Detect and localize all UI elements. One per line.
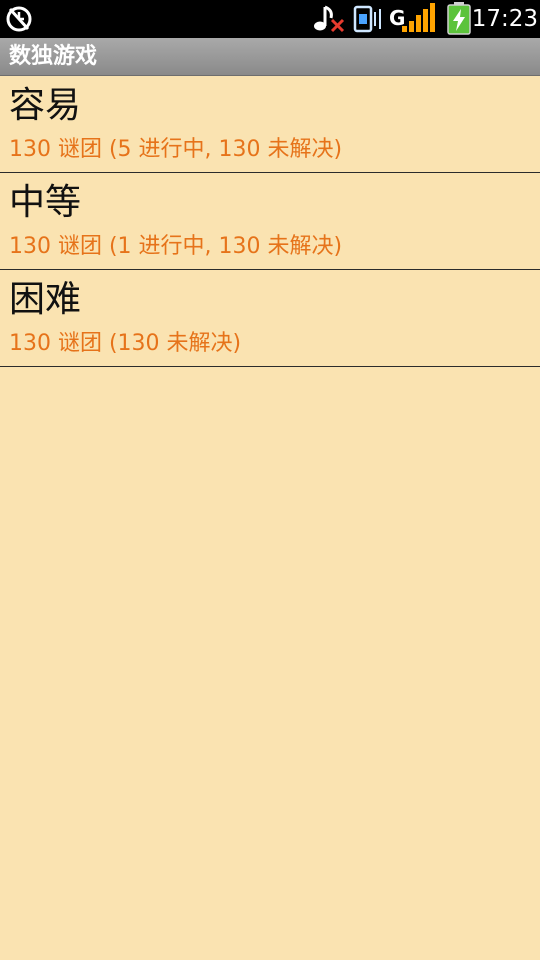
level-item-easy[interactable]: 容易 130 谜团 (5 进行中, 130 未解决) <box>0 76 540 173</box>
level-subtitle: 130 谜团 (130 未解决) <box>9 331 242 356</box>
level-title: 困难 <box>9 279 82 320</box>
signal-strength-icon: G <box>389 3 435 32</box>
level-item-medium[interactable]: 中等 130 谜团 (1 进行中, 130 未解决) <box>0 173 540 270</box>
music-muted-icon <box>314 5 345 33</box>
level-title: 中等 <box>9 182 82 223</box>
level-subtitle: 130 谜团 (1 进行中, 130 未解决) <box>9 234 343 259</box>
status-bar: G 17:23 <box>0 0 540 38</box>
level-title: 容易 <box>9 85 82 126</box>
status-time: 17:23 <box>471 6 538 32</box>
difficulty-list: 容易 130 谜团 (5 进行中, 130 未解决) 中等 130 谜团 (1 … <box>0 76 540 367</box>
app-title: 数独游戏 <box>9 44 98 69</box>
app-title-bar: 数独游戏 <box>0 38 540 76</box>
level-subtitle: 130 谜团 (5 进行中, 130 未解决) <box>9 137 343 162</box>
alarm-off-icon <box>6 6 32 32</box>
sim-card-icon <box>353 5 381 33</box>
level-item-hard[interactable]: 困难 130 谜团 (130 未解决) <box>0 270 540 367</box>
battery-charging-icon <box>447 2 471 35</box>
